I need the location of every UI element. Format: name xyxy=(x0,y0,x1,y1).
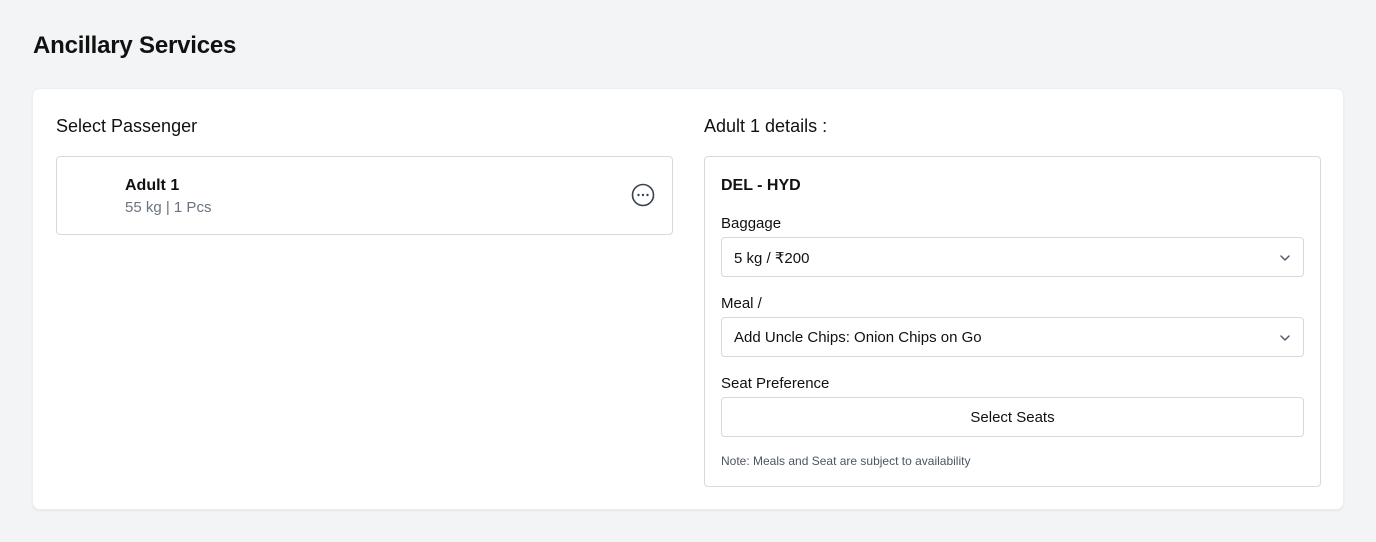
availability-note: Note: Meals and Seat are subject to avai… xyxy=(721,454,971,468)
passenger-name: Adult 1 xyxy=(125,177,180,194)
ancillary-card: Select Passenger Adult 1 55 kg | 1 Pcs A… xyxy=(32,88,1344,510)
passenger-card-adult-1[interactable]: Adult 1 55 kg | 1 Pcs xyxy=(56,156,673,235)
meal-select[interactable]: Add Uncle Chips: Onion Chips on Go xyxy=(721,317,1304,357)
meal-label: Meal / xyxy=(721,295,762,312)
passenger-details-title: Adult 1 details : xyxy=(704,116,828,136)
meal-selected-value: Add Uncle Chips: Onion Chips on Go xyxy=(734,329,982,346)
chevron-down-icon xyxy=(1280,335,1290,341)
select-seats-button[interactable]: Select Seats xyxy=(721,397,1304,437)
seat-preference-label: Seat Preference xyxy=(721,375,830,392)
more-options-icon[interactable] xyxy=(631,183,655,207)
baggage-select[interactable]: 5 kg / ₹200 xyxy=(721,237,1304,277)
baggage-selected-value: 5 kg / ₹200 xyxy=(734,250,810,267)
select-passenger-title: Select Passenger xyxy=(56,116,198,136)
chevron-down-icon xyxy=(1280,255,1290,261)
route-label: DEL - HYD xyxy=(721,177,801,194)
passenger-details-panel: DEL - HYD Baggage 5 kg / ₹200 Meal / Add… xyxy=(704,156,1321,487)
passenger-baggage-meta: 55 kg | 1 Pcs xyxy=(125,199,212,216)
page-title: Ancillary Services xyxy=(33,32,237,59)
baggage-label: Baggage xyxy=(721,215,782,232)
